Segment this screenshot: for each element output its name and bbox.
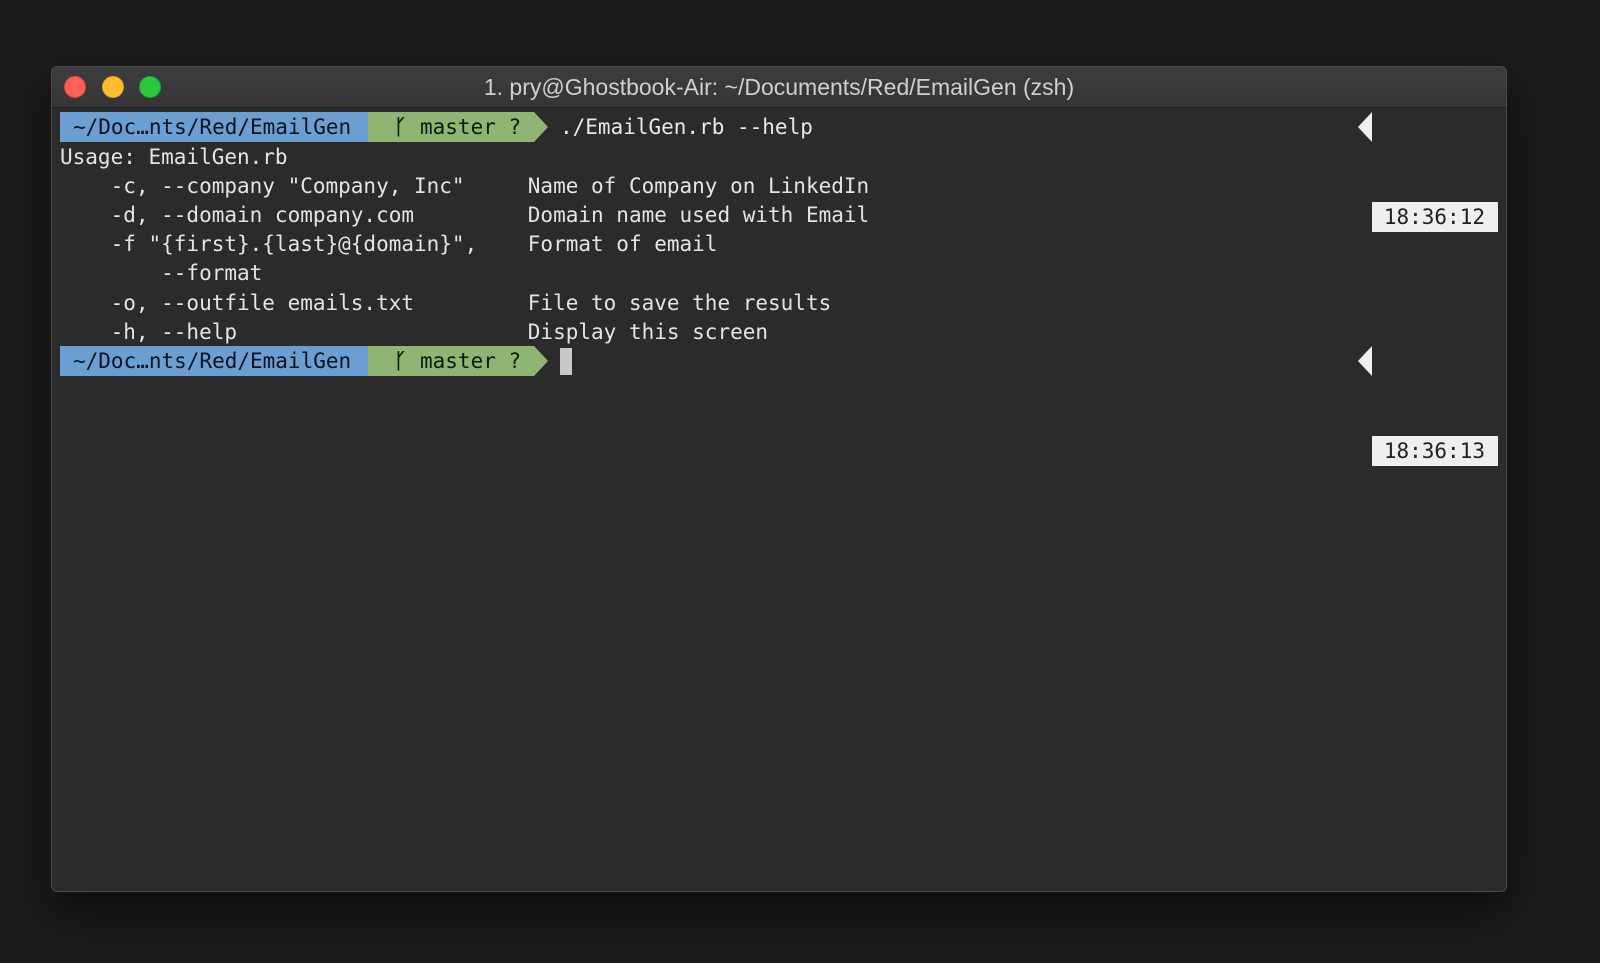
time-separator [1357,112,1372,142]
prompt-git-separator [534,112,548,142]
prompt-line: ~/Doc…nts/Red/EmailGen ᚴ master ? ./Email… [60,112,1498,232]
output-line: -f "{first}.{last}@{domain}", Format of … [60,232,718,256]
output-line: -d, --domain company.com Domain name use… [60,203,870,227]
output-line: --format [60,261,263,285]
git-branch-icon: ᚴ [394,115,407,139]
command-text: ./EmailGen.rb --help [560,115,813,139]
title-bar[interactable]: 1. pry@Ghostbook-Air: ~/Documents/Red/Em… [52,67,1506,108]
prompt-path: ~/Doc…nts/Red/EmailGen [60,112,368,142]
time-separator [1357,346,1372,376]
prompt-git-separator [534,346,548,376]
terminal-window[interactable]: 1. pry@Ghostbook-Air: ~/Documents/Red/Em… [51,66,1507,892]
window-title: 1. pry@Ghostbook-Air: ~/Documents/Red/Em… [483,74,1075,100]
git-branch-icon: ᚴ [394,349,407,373]
output-line: -o, --outfile emails.txt File to save th… [60,291,832,315]
output-line: Usage: EmailGen.rb [60,145,288,169]
prompt-branch: master ? [420,115,522,139]
text-cursor[interactable] [560,348,572,375]
prompt-branch: master ? [420,349,522,373]
prompt-git-segment: ᚴ master ? [368,112,534,142]
prompt-path: ~/Doc…nts/Red/EmailGen [60,346,368,376]
prompt-time: 18:36:12 [1371,202,1498,232]
prompt-git-segment: ᚴ master ? [368,346,534,376]
terminal-content[interactable]: ~/Doc…nts/Red/EmailGen ᚴ master ? ./Email… [60,112,1498,891]
prompt-line: ~/Doc…nts/Red/EmailGen ᚴ master ? 18:36:1… [60,346,1498,466]
right-prompt-time: 18:36:12 [1357,112,1498,232]
right-prompt-time: 18:36:13 [1357,346,1498,466]
prompt-time: 18:36:13 [1371,436,1498,466]
output-line: -c, --company "Company, Inc" Name of Com… [60,174,870,198]
output-line: -h, --help Display this screen [60,320,769,344]
